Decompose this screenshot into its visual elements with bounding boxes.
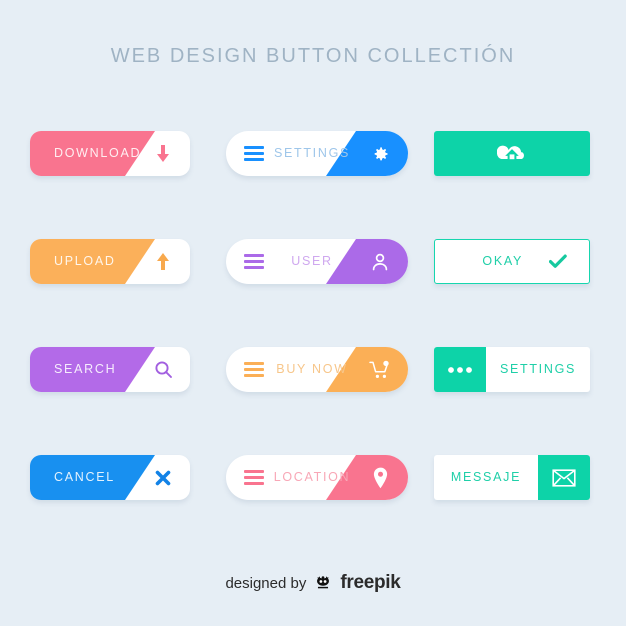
button-cell: OKAY [434, 239, 590, 284]
envelope-icon[interactable] [538, 455, 590, 500]
download-label: DOWNLOAD [54, 146, 142, 160]
button-cell: DOWNLOAD [30, 131, 190, 176]
freepik-brand-text: freepik [340, 572, 401, 593]
button-cell: CANCEL [30, 455, 190, 500]
button-row: UPLOAD USER OKAY [0, 228, 626, 336]
freepik-logo-icon [312, 572, 334, 594]
upload-label: UPLOAD [54, 254, 116, 268]
cloud-upload-button[interactable] [434, 131, 590, 176]
search-button[interactable]: SEARCH [30, 347, 190, 392]
gear-icon [352, 131, 408, 176]
search-label: SEARCH [54, 362, 117, 376]
location-button[interactable]: LOCATION [226, 455, 408, 500]
magnifier-icon [136, 347, 190, 392]
button-row: SEARCH BUY NOW SETTINGS [0, 336, 626, 444]
footer-credit: designed by freepik [0, 572, 626, 594]
button-cell: UPLOAD [30, 239, 190, 284]
buy-now-button[interactable]: BUY NOW [226, 347, 408, 392]
three-dots-icon[interactable] [434, 347, 486, 392]
settings-bottom-button[interactable]: SETTINGS [434, 347, 590, 392]
button-cell: BUY NOW [226, 347, 408, 392]
person-icon [352, 239, 408, 284]
button-cell: MESSAJE [434, 455, 590, 500]
user-button[interactable]: USER [226, 239, 408, 284]
button-cell: SETTINGS [226, 131, 408, 176]
okay-label: OKAY [482, 254, 523, 268]
messaje-label: MESSAJE [450, 470, 522, 484]
shopping-cart-icon [352, 347, 408, 392]
button-cell: SETTINGS [434, 347, 590, 392]
page-title: WEB DESIGN BUTTON COLLECTIÓN [110, 45, 516, 67]
button-cell: USER [226, 239, 408, 284]
button-cell: SEARCH [30, 347, 190, 392]
settings-bottom-label: SETTINGS [499, 362, 577, 376]
okay-button[interactable]: OKAY [434, 239, 590, 284]
button-row: CANCEL LOCATION MESSAJE [0, 444, 626, 552]
cloud-upload-icon [497, 131, 527, 176]
button-cell [434, 131, 590, 176]
map-pin-icon [352, 455, 408, 500]
upload-button[interactable]: UPLOAD [30, 239, 190, 284]
button-cell: LOCATION [226, 455, 408, 500]
cancel-button[interactable]: CANCEL [30, 455, 190, 500]
messaje-button[interactable]: MESSAJE [434, 455, 590, 500]
settings-top-button[interactable]: SETTINGS [226, 131, 408, 176]
cancel-label: CANCEL [54, 470, 115, 484]
download-button[interactable]: DOWNLOAD [30, 131, 190, 176]
button-row: DOWNLOAD SETTINGS [0, 120, 626, 228]
button-grid: DOWNLOAD SETTINGS UPLOAD USER OKAY SEARC… [0, 120, 626, 552]
arrow-down-icon [136, 131, 190, 176]
designed-by-text: designed by [225, 574, 307, 592]
arrow-up-icon [136, 239, 190, 284]
check-icon [549, 254, 567, 269]
close-x-icon [136, 455, 190, 500]
